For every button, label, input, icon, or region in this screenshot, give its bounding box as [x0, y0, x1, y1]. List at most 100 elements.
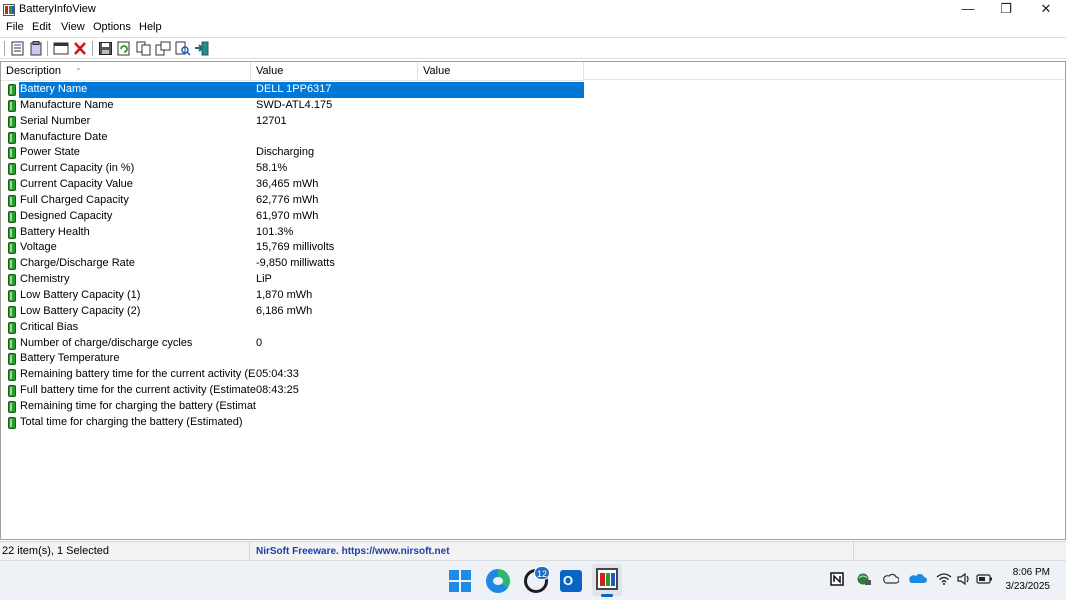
- system-clock[interactable]: 8:06 PM 3/23/2025: [990, 566, 1051, 594]
- table-row[interactable]: Voltage 15,769 millivolts: [6, 240, 584, 256]
- clock-time: 8:06 PM: [1012, 567, 1050, 578]
- exit-icon[interactable]: [194, 41, 210, 56]
- row-value: 62,776 mWh: [256, 193, 319, 206]
- table-row[interactable]: Designed Capacity 61,970 mWh: [6, 209, 584, 225]
- row-value: 15,769 millivolts: [256, 241, 335, 254]
- row-description: Manufacture Name: [20, 98, 114, 111]
- delete-icon[interactable]: [72, 41, 88, 56]
- table-row[interactable]: Total time for charging the battery (Est…: [6, 415, 584, 431]
- title-bar: BatteryInfoView — ❐ ✕: [0, 0, 1066, 20]
- table-row[interactable]: Current Capacity (in %) 58.1%: [6, 161, 584, 177]
- outlook-icon[interactable]: [560, 570, 582, 592]
- table-row[interactable]: Battery Health 101.3%: [6, 225, 584, 241]
- battery-row-icon: [8, 147, 16, 160]
- header-divider: [1, 80, 584, 81]
- row-description: Voltage: [20, 241, 57, 254]
- battery-row-icon: [8, 416, 16, 429]
- edge-browser-icon[interactable]: [486, 569, 510, 593]
- save-icon[interactable]: [98, 41, 114, 56]
- table-row[interactable]: Serial Number 12701: [6, 114, 584, 130]
- table-row[interactable]: Current Capacity Value 36,465 mWh: [6, 177, 584, 193]
- column-header-description-label: Description: [6, 65, 62, 77]
- minimize-button[interactable]: —: [948, 0, 988, 20]
- battery-row-icon: [8, 305, 16, 318]
- table-row[interactable]: Manufacture Name SWD-ATL4.175: [6, 98, 584, 114]
- row-description: Battery Health: [20, 225, 90, 238]
- table-row[interactable]: Charge/Discharge Rate -9,850 milliwatts: [6, 256, 584, 272]
- column-header-description[interactable]: Description ⌃: [1, 62, 251, 80]
- table-row[interactable]: Power State Discharging: [6, 145, 584, 161]
- battery-row-icon: [8, 353, 16, 366]
- cloud-icon[interactable]: [883, 572, 900, 589]
- onedrive-icon[interactable]: [909, 572, 927, 589]
- table-row[interactable]: Chemistry LiP: [6, 272, 584, 288]
- row-description: Full battery time for the current activi…: [20, 384, 256, 397]
- table-row[interactable]: Low Battery Capacity (1) 1,870 mWh: [6, 288, 584, 304]
- battery-app-icon: [3, 4, 15, 16]
- row-description: Battery Name: [19, 82, 256, 98]
- maximize-button[interactable]: ❐: [986, 0, 1026, 20]
- battery-row-icon: [8, 226, 16, 239]
- nirsoft-link[interactable]: NirSoft Freeware. https://www.nirsoft.ne…: [254, 542, 854, 561]
- row-description: Designed Capacity: [20, 209, 113, 222]
- status-bar: 22 item(s), 1 Selected NirSoft Freeware.…: [0, 541, 1066, 561]
- menu-view[interactable]: View: [61, 21, 85, 33]
- table-row[interactable]: Low Battery Capacity (2) 6,186 mWh: [6, 304, 584, 320]
- refresh-icon[interactable]: [116, 41, 132, 56]
- table-row[interactable]: Critical Bias: [6, 320, 584, 336]
- battery-row-icon: [8, 131, 16, 144]
- row-description: Battery Temperature: [20, 352, 120, 365]
- table-row[interactable]: Remaining time for charging the battery …: [6, 399, 584, 415]
- network-globe-icon[interactable]: [856, 572, 872, 589]
- find-icon[interactable]: [175, 41, 191, 56]
- row-description: Charge/Discharge Rate: [20, 257, 135, 270]
- battery-row-icon: [8, 163, 16, 176]
- battery-row-icon: [8, 115, 16, 128]
- table-row[interactable]: Number of charge/discharge cycles 0: [6, 336, 584, 352]
- battery-row-icon: [8, 400, 16, 413]
- toolbar-separator: [92, 41, 93, 56]
- window-icon[interactable]: [53, 41, 69, 56]
- column-header-value[interactable]: Value: [251, 62, 418, 80]
- battery-row-icon: [8, 289, 16, 302]
- whatsapp-notification-badge: 12: [534, 566, 550, 580]
- table-row[interactable]: Battery Name DELL 1PP6317: [6, 82, 584, 98]
- sort-ascending-icon: ⌃: [75, 67, 82, 76]
- notion-icon[interactable]: [830, 572, 844, 589]
- row-value: 58.1%: [256, 162, 288, 175]
- row-value: 6,186 mWh: [256, 304, 313, 317]
- table-row[interactable]: Battery Temperature: [6, 351, 584, 367]
- row-value: 08:43:25: [256, 384, 299, 397]
- menu-options[interactable]: Options: [93, 21, 131, 33]
- battery-info-list[interactable]: Description ⌃ Value Value Battery Name DEL…: [0, 61, 1066, 540]
- menu-file[interactable]: File: [6, 21, 24, 33]
- close-button[interactable]: ✕: [1026, 0, 1066, 20]
- row-value: DELL 1PP6317: [256, 83, 332, 95]
- wifi-icon[interactable]: [936, 572, 952, 589]
- copy-selected-icon[interactable]: [136, 41, 152, 56]
- table-row[interactable]: Full battery time for the current activi…: [6, 383, 584, 399]
- row-description: Full Charged Capacity: [20, 193, 129, 206]
- table-row[interactable]: Remaining battery time for the current a…: [6, 367, 584, 383]
- row-description: Power State: [20, 146, 80, 159]
- battery-row-icon: [8, 321, 16, 334]
- battery-row-icon: [8, 242, 16, 255]
- menu-help[interactable]: Help: [139, 21, 162, 33]
- volume-icon[interactable]: [956, 572, 972, 589]
- html-report-icon[interactable]: [155, 41, 171, 56]
- properties-icon[interactable]: [10, 41, 26, 56]
- row-description: Critical Bias: [20, 320, 79, 333]
- column-header-value-2[interactable]: Value: [418, 62, 584, 80]
- battery-row-icon: [8, 258, 16, 271]
- copy-icon[interactable]: [28, 41, 44, 56]
- row-description: Current Capacity Value: [20, 178, 133, 191]
- row-description: Total time for charging the battery (Est…: [20, 415, 243, 428]
- menu-edit[interactable]: Edit: [32, 21, 51, 33]
- table-row[interactable]: Full Charged Capacity 62,776 mWh: [6, 193, 584, 209]
- start-button[interactable]: [448, 569, 472, 593]
- battery-row-icon: [8, 84, 16, 96]
- row-value: LiP: [256, 273, 272, 286]
- table-row[interactable]: Manufacture Date: [6, 130, 584, 146]
- battery-row-icon: [8, 179, 16, 192]
- status-item-count: 22 item(s), 1 Selected: [0, 542, 250, 561]
